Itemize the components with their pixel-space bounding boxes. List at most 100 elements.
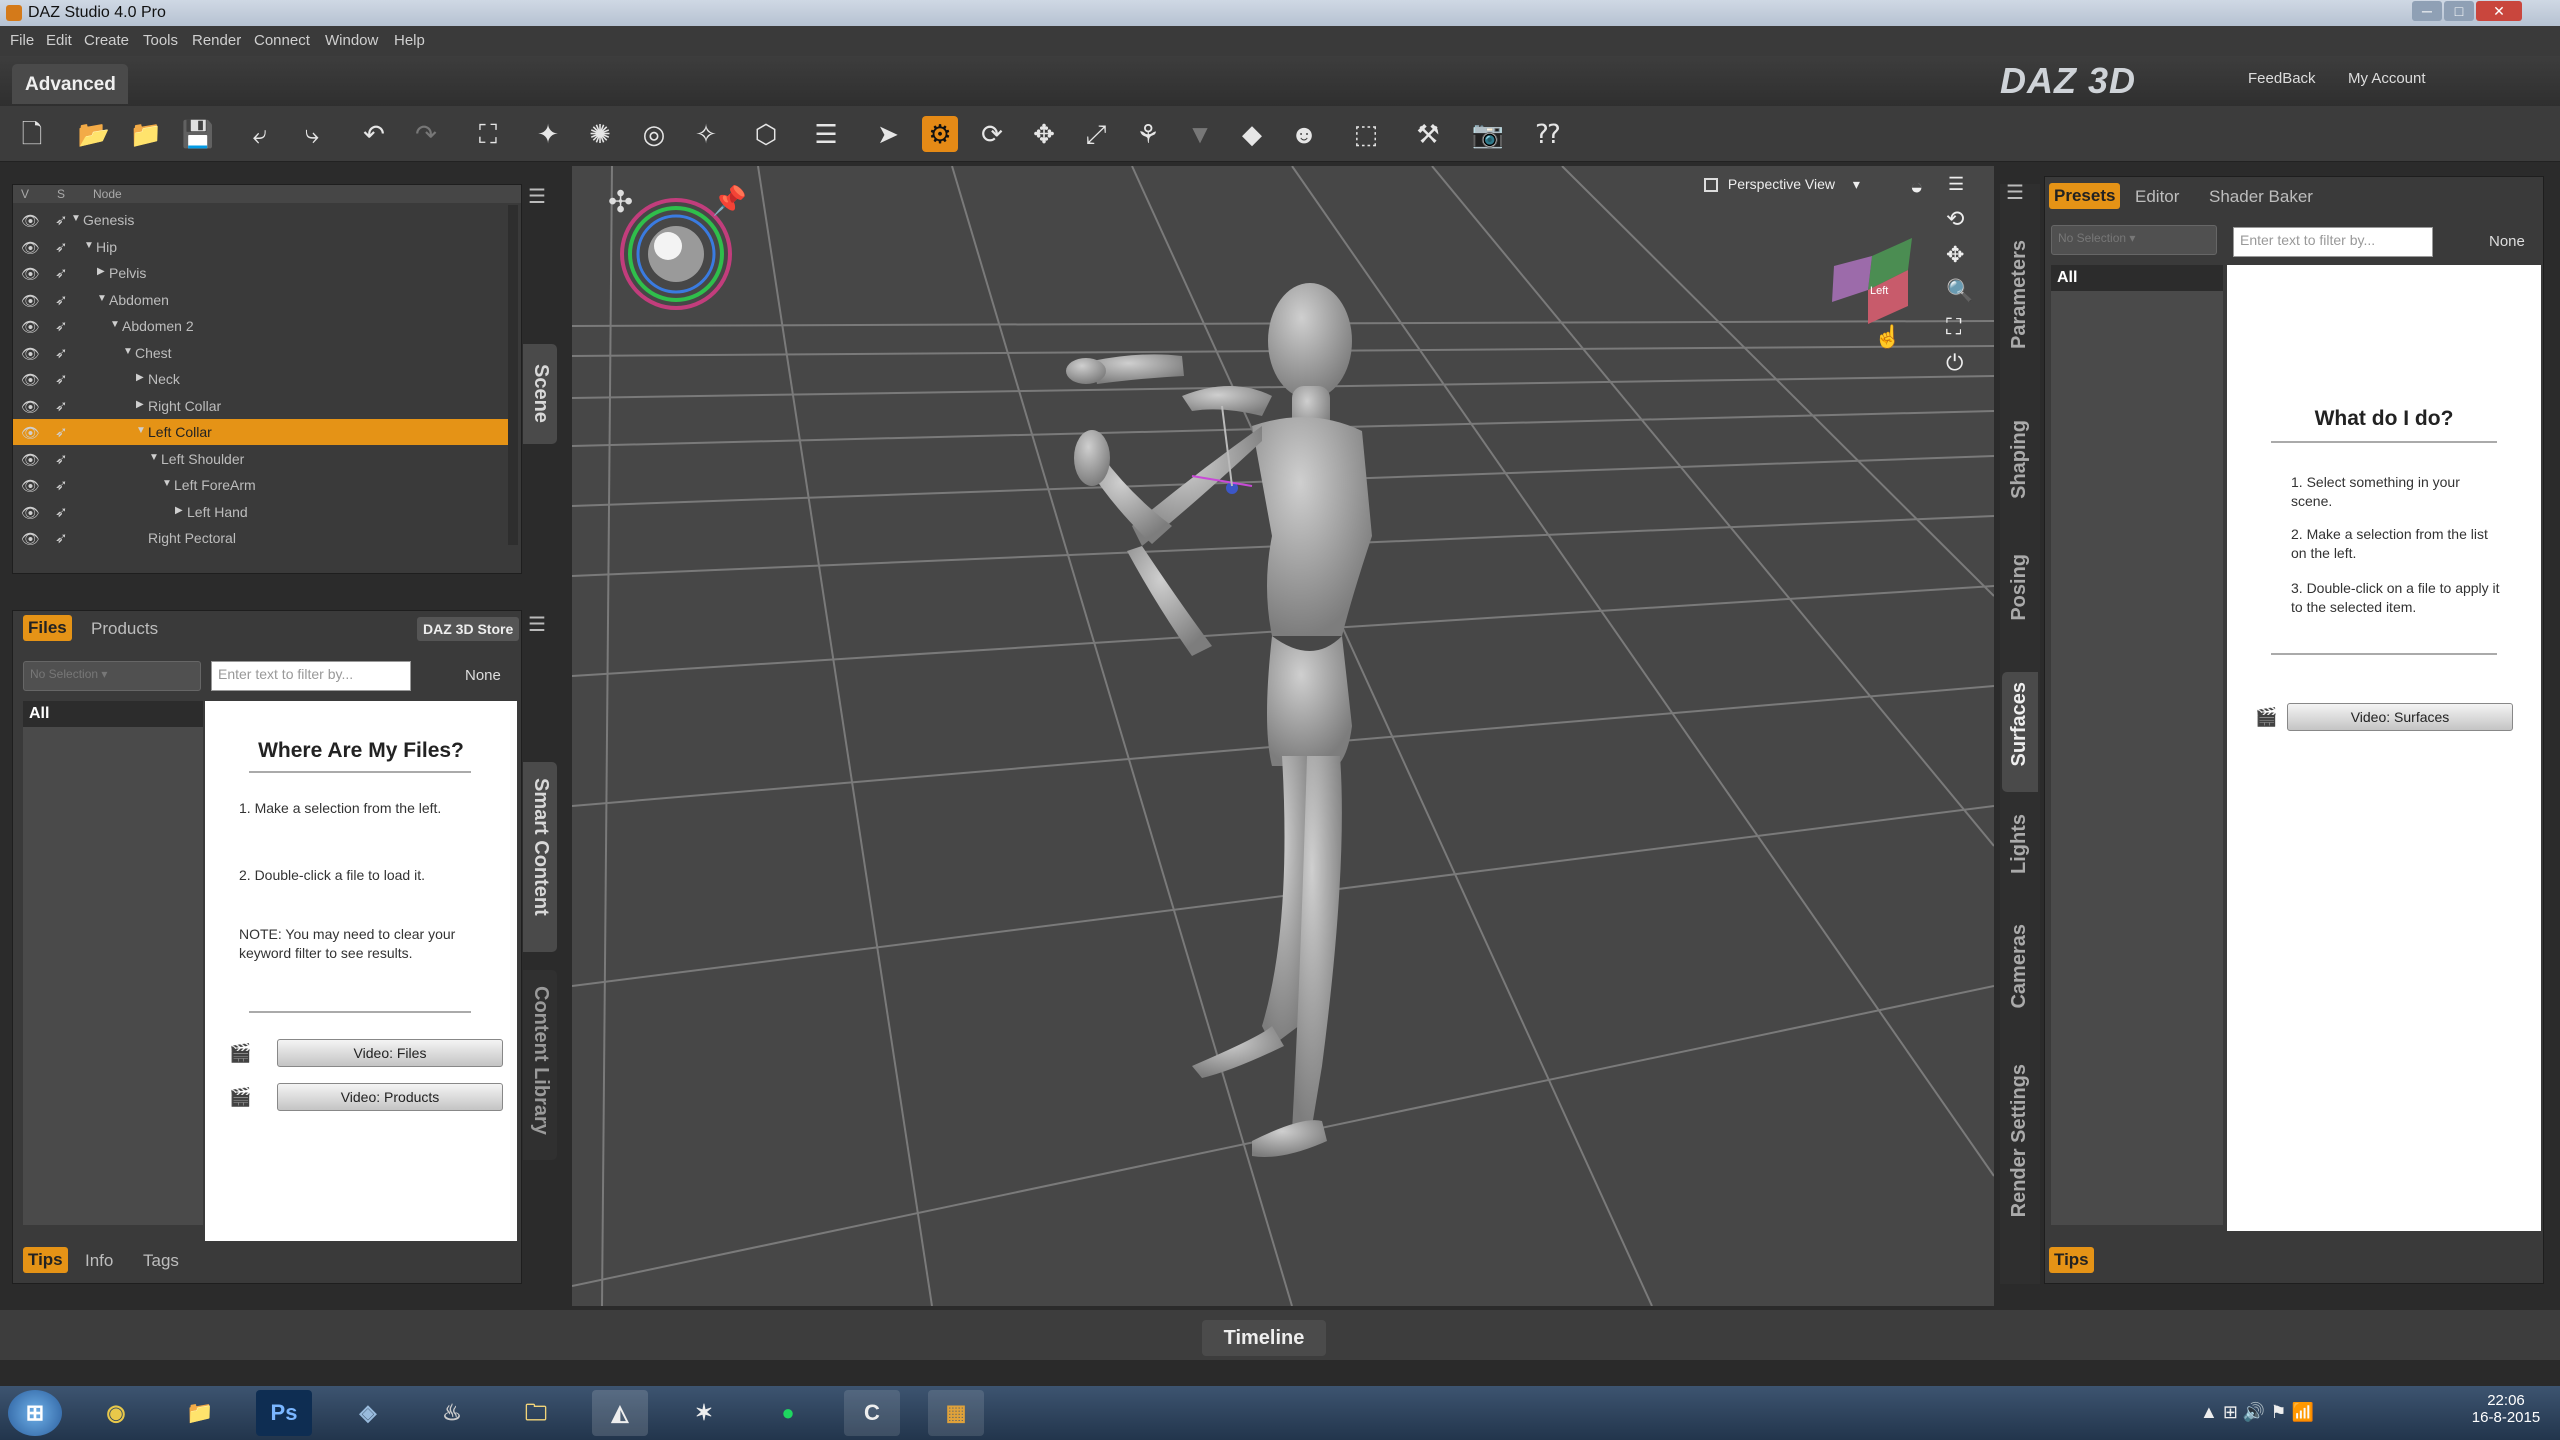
selectable-pointer-icon[interactable]: ➶ <box>55 291 68 309</box>
scene-node-row[interactable]: 👁 ➶ ▶ Pelvis <box>13 260 508 286</box>
reset-view-icon[interactable]: ⏻ <box>1946 350 1963 376</box>
open-icon[interactable]: 📂 <box>76 116 112 152</box>
video-files-button[interactable]: Video: Files <box>277 1039 503 1067</box>
selectable-pointer-icon[interactable]: ➶ <box>55 423 68 441</box>
selectable-pointer-icon[interactable]: ➶ <box>55 450 68 468</box>
visibility-eye-icon[interactable]: 👁 <box>21 451 40 469</box>
scene-node-row[interactable]: 👁 ➶ ▼ Chest <box>13 340 508 366</box>
selectable-pointer-icon[interactable]: ➶ <box>55 211 68 229</box>
tab-tips-right[interactable]: Tips <box>2049 1247 2094 1273</box>
visibility-eye-icon[interactable]: 👁 <box>21 265 40 283</box>
menu-connect[interactable]: Connect <box>254 32 310 49</box>
tray-icons[interactable]: ▲ ⊞ 🔊 ⚑ 📶 <box>2200 1402 2314 1423</box>
visibility-eye-icon[interactable]: 👁 <box>21 530 40 548</box>
human-figure[interactable] <box>1066 283 1372 1157</box>
whats-this-icon[interactable]: ⁇ <box>1530 116 1566 152</box>
render-icon[interactable]: ⬚ <box>1348 116 1384 152</box>
tab-shaping[interactable]: Shaping <box>2004 420 2036 530</box>
video-surfaces-button[interactable]: Video: Surfaces <box>2287 703 2513 731</box>
tab-info[interactable]: Info <box>85 1251 113 1271</box>
selectable-pointer-icon[interactable]: ➶ <box>55 397 68 415</box>
spotify-icon[interactable]: ● <box>760 1390 816 1436</box>
tab-content-library[interactable]: Content Library <box>523 970 557 1160</box>
visibility-eye-icon[interactable]: 👁 <box>21 424 40 442</box>
scene-node-row[interactable]: 👁 ➶ ▼ Left ForeArm <box>13 472 508 498</box>
selectable-pointer-icon[interactable]: ➶ <box>55 503 68 521</box>
selectable-pointer-icon[interactable]: ➶ <box>55 529 68 547</box>
undo-icon[interactable]: ↶ <box>356 116 392 152</box>
orbit-icon[interactable]: ⟲ <box>1946 206 1964 232</box>
start-button[interactable]: ⊞ <box>8 1390 62 1436</box>
timeline-tab[interactable]: Timeline <box>1202 1320 1326 1356</box>
presets-category-all[interactable]: All <box>2051 265 2223 291</box>
steam-icon[interactable]: ♨ <box>424 1390 480 1436</box>
universal-tool-icon[interactable]: ⚙ <box>922 116 958 152</box>
scene-node-row[interactable]: 👁 ➶ ▼ Genesis <box>13 207 508 233</box>
tab-files[interactable]: Files <box>23 615 72 641</box>
light-tool-icon[interactable]: ✺ <box>582 116 618 152</box>
visibility-eye-icon[interactable]: 👁 <box>21 398 40 416</box>
pin-tool-icon[interactable]: ✧ <box>688 116 724 152</box>
wand-tool-icon[interactable]: ✦ <box>530 116 566 152</box>
export-icon[interactable]: ⤷ <box>294 116 330 152</box>
expand-arrow-icon[interactable]: ▶ <box>136 399 144 410</box>
perspective-view-dropdown[interactable]: Perspective View ▾ <box>1704 176 1860 193</box>
visibility-eye-icon[interactable]: 👁 <box>21 318 40 336</box>
tab-surfaces[interactable]: Surfaces <box>2002 672 2038 792</box>
tab-products[interactable]: Products <box>91 619 158 639</box>
tab-smart-content[interactable]: Smart Content <box>523 762 557 952</box>
pose-tool-icon[interactable]: ☻ <box>1286 116 1322 152</box>
col-visible[interactable]: V <box>21 187 29 201</box>
chrome-icon[interactable]: ◉ <box>88 1390 144 1436</box>
explorer-icon[interactable]: 📁 <box>172 1390 228 1436</box>
tab-tags[interactable]: Tags <box>143 1251 179 1271</box>
visibility-eye-icon[interactable]: 👁 <box>21 292 40 310</box>
scene-node-row[interactable]: 👁 ➶ ▶ Left Hand <box>13 499 508 525</box>
archive-icon[interactable]: ▦ <box>928 1390 984 1436</box>
view-cube[interactable]: Left <box>1832 238 1912 324</box>
scene-scrollbar[interactable] <box>508 205 518 545</box>
expand-arrow-icon[interactable]: ▼ <box>136 425 146 436</box>
expand-arrow-icon[interactable]: ▼ <box>110 319 120 330</box>
expand-arrow-icon[interactable]: ▼ <box>97 293 107 304</box>
scene-node-row[interactable]: 👁 ➶ ▼ Hip <box>13 234 508 260</box>
col-select[interactable]: S <box>57 187 65 201</box>
poser-icon[interactable]: ✶ <box>676 1390 732 1436</box>
visibility-eye-icon[interactable]: 👁 <box>21 477 40 495</box>
app-icon[interactable]: ◈ <box>340 1390 396 1436</box>
tab-tips[interactable]: Tips <box>23 1247 68 1273</box>
selectable-pointer-icon[interactable]: ➶ <box>55 238 68 256</box>
expand-arrow-icon[interactable]: ▼ <box>84 240 94 251</box>
menu-help[interactable]: Help <box>394 32 425 49</box>
expand-arrow-icon[interactable]: ▼ <box>149 452 159 463</box>
visibility-eye-icon[interactable]: 👁 <box>21 504 40 522</box>
tab-lights[interactable]: Lights <box>2004 814 2036 904</box>
expand-arrow-icon[interactable]: ▼ <box>123 346 133 357</box>
visibility-eye-icon[interactable]: 👁 <box>21 345 40 363</box>
my-account-link[interactable]: My Account <box>2348 70 2426 87</box>
axis-gizmo-icon[interactable]: ✣ <box>608 186 633 219</box>
files-filter-input[interactable]: Enter text to filter by... <box>211 661 411 691</box>
new-scene-icon[interactable]: 🗋 <box>14 116 50 152</box>
expand-arrow-icon[interactable]: ▶ <box>175 505 183 516</box>
viewport-menu-icon[interactable]: ☰ <box>1948 174 1964 195</box>
tab-scene[interactable]: Scene <box>523 344 557 444</box>
right-panel-menu-icon[interactable]: ☰ <box>2006 180 2034 208</box>
spot-tool-icon[interactable]: ◎ <box>636 116 672 152</box>
files-category-all[interactable]: All <box>23 701 203 727</box>
feedback-link[interactable]: FeedBack <box>2248 70 2316 87</box>
menu-window[interactable]: Window <box>325 32 378 49</box>
presets-dropdown[interactable]: No Selection ▾ <box>2051 225 2217 255</box>
minimize-icon[interactable]: ─ <box>2412 1 2442 21</box>
scene-node-row[interactable]: 👁 ➶ ▼ Abdomen 2 <box>13 313 508 339</box>
presets-filter-none[interactable]: None <box>2489 233 2525 250</box>
tab-posing[interactable]: Posing <box>2004 554 2036 654</box>
tab-shader-baker[interactable]: Shader Baker <box>2209 187 2313 207</box>
files-filter-none[interactable]: None <box>465 667 501 684</box>
navigation-sphere[interactable] <box>620 198 732 310</box>
selectable-pointer-icon[interactable]: ➶ <box>55 344 68 362</box>
selectable-pointer-icon[interactable]: ➶ <box>55 264 68 282</box>
redo-icon[interactable]: ↷ <box>408 116 444 152</box>
editor-icon[interactable]: C <box>844 1390 900 1436</box>
files-dropdown[interactable]: No Selection ▾ <box>23 661 201 691</box>
